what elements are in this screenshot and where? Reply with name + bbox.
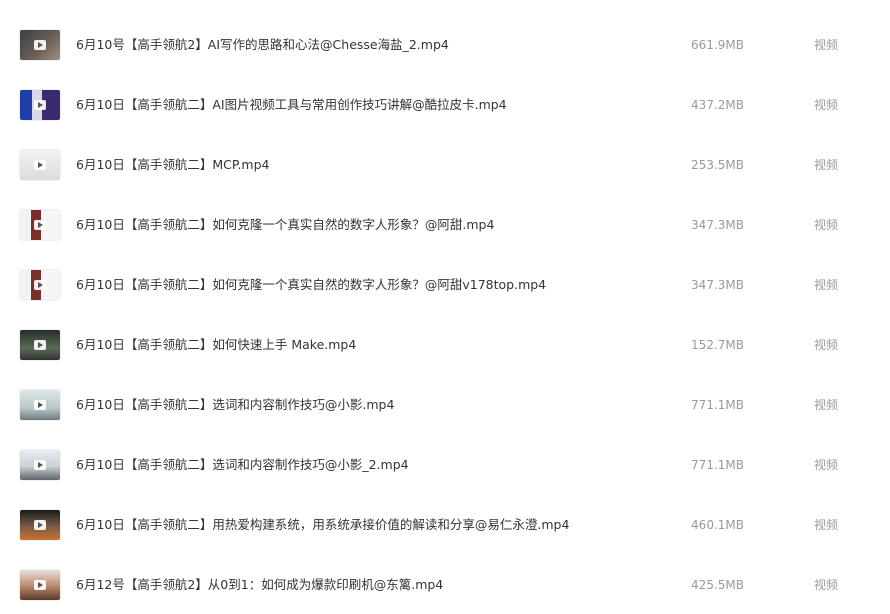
file-row[interactable]: 6月10日【高手领航二】如何克隆一个真实自然的数字人形象？@阿甜.mp4 347… [0, 194, 890, 254]
file-row[interactable]: 6月10日【高手领航二】用热爱构建系统，用系统承接价值的解读和分享@易仁永澄.m… [0, 494, 890, 554]
file-type: 视频 [814, 338, 839, 352]
play-icon [34, 340, 46, 350]
file-type: 视频 [814, 518, 839, 532]
file-size: 771.1MB [691, 458, 744, 472]
file-type: 视频 [814, 458, 839, 472]
file-row[interactable]: 6月10日【高手领航二】如何克隆一个真实自然的数字人形象？@阿甜v178top.… [0, 254, 890, 314]
file-type: 视频 [814, 578, 839, 592]
file-size: 771.1MB [691, 398, 744, 412]
file-row[interactable]: 6月12号【高手领航2】从0到1：如何成为爆款印刷机@东篱.mp4 425.5M… [0, 554, 890, 614]
video-thumbnail-icon[interactable] [20, 450, 60, 480]
video-thumbnail-icon[interactable] [20, 390, 60, 420]
file-type: 视频 [814, 98, 839, 112]
file-name[interactable]: 6月10日【高手领航二】AI图片视频工具与常用创作技巧讲解@酷拉皮卡.mp4 [76, 97, 676, 113]
play-icon [34, 100, 46, 110]
file-size: 347.3MB [691, 278, 744, 292]
play-icon [34, 460, 46, 470]
file-name[interactable]: 6月10日【高手领航二】选词和内容制作技巧@小影.mp4 [76, 397, 676, 413]
video-thumbnail-icon[interactable] [20, 210, 60, 240]
file-size: 253.5MB [691, 158, 744, 172]
play-icon [34, 520, 46, 530]
play-icon [34, 280, 46, 290]
play-icon [34, 160, 46, 170]
file-size: 460.1MB [691, 518, 744, 532]
file-name[interactable]: 6月10日【高手领航二】如何快速上手 Make.mp4 [76, 337, 676, 353]
file-row[interactable]: 6月10日【高手领航二】AI图片视频工具与常用创作技巧讲解@酷拉皮卡.mp4 4… [0, 74, 890, 134]
play-icon [34, 40, 46, 50]
file-name[interactable]: 6月10日【高手领航二】如何克隆一个真实自然的数字人形象？@阿甜.mp4 [76, 217, 676, 233]
file-size: 425.5MB [691, 578, 744, 592]
file-name[interactable]: 6月10日【高手领航二】选词和内容制作技巧@小影_2.mp4 [76, 457, 676, 473]
file-size: 437.2MB [691, 98, 744, 112]
play-icon [34, 220, 46, 230]
file-name[interactable]: 6月10号【高手领航2】AI写作的思路和心法@Chesse海盐_2.mp4 [76, 37, 676, 53]
video-thumbnail-icon[interactable] [20, 90, 60, 120]
file-name[interactable]: 6月10日【高手领航二】MCP.mp4 [76, 157, 676, 173]
file-row[interactable]: 6月10日【高手领航二】如何快速上手 Make.mp4 152.7MB 视频 [0, 314, 890, 374]
file-list: 6月10号【高手领航2】AI写作的思路和心法@Chesse海盐_2.mp4 66… [0, 14, 890, 614]
file-type: 视频 [814, 278, 839, 292]
video-thumbnail-icon[interactable] [20, 330, 60, 360]
file-row[interactable]: 6月10号【高手领航2】AI写作的思路和心法@Chesse海盐_2.mp4 66… [0, 14, 890, 74]
file-row[interactable]: 6月10日【高手领航二】MCP.mp4 253.5MB 视频 [0, 134, 890, 194]
video-thumbnail-icon[interactable] [20, 30, 60, 60]
video-thumbnail-icon[interactable] [20, 270, 60, 300]
file-size: 152.7MB [691, 338, 744, 352]
play-icon [34, 400, 46, 410]
file-row[interactable]: 6月10日【高手领航二】选词和内容制作技巧@小影.mp4 771.1MB 视频 [0, 374, 890, 434]
file-name[interactable]: 6月12号【高手领航2】从0到1：如何成为爆款印刷机@东篱.mp4 [76, 577, 676, 593]
video-thumbnail-icon[interactable] [20, 150, 60, 180]
file-type: 视频 [814, 38, 839, 52]
file-type: 视频 [814, 398, 839, 412]
file-type: 视频 [814, 218, 839, 232]
video-thumbnail-icon[interactable] [20, 570, 60, 600]
play-icon [34, 580, 46, 590]
file-size: 347.3MB [691, 218, 744, 232]
file-size: 661.9MB [691, 38, 744, 52]
video-thumbnail-icon[interactable] [20, 510, 60, 540]
file-name[interactable]: 6月10日【高手领航二】用热爱构建系统，用系统承接价值的解读和分享@易仁永澄.m… [76, 517, 676, 533]
file-type: 视频 [814, 158, 839, 172]
file-name[interactable]: 6月10日【高手领航二】如何克隆一个真实自然的数字人形象？@阿甜v178top.… [76, 277, 676, 293]
file-row[interactable]: 6月10日【高手领航二】选词和内容制作技巧@小影_2.mp4 771.1MB 视… [0, 434, 890, 494]
